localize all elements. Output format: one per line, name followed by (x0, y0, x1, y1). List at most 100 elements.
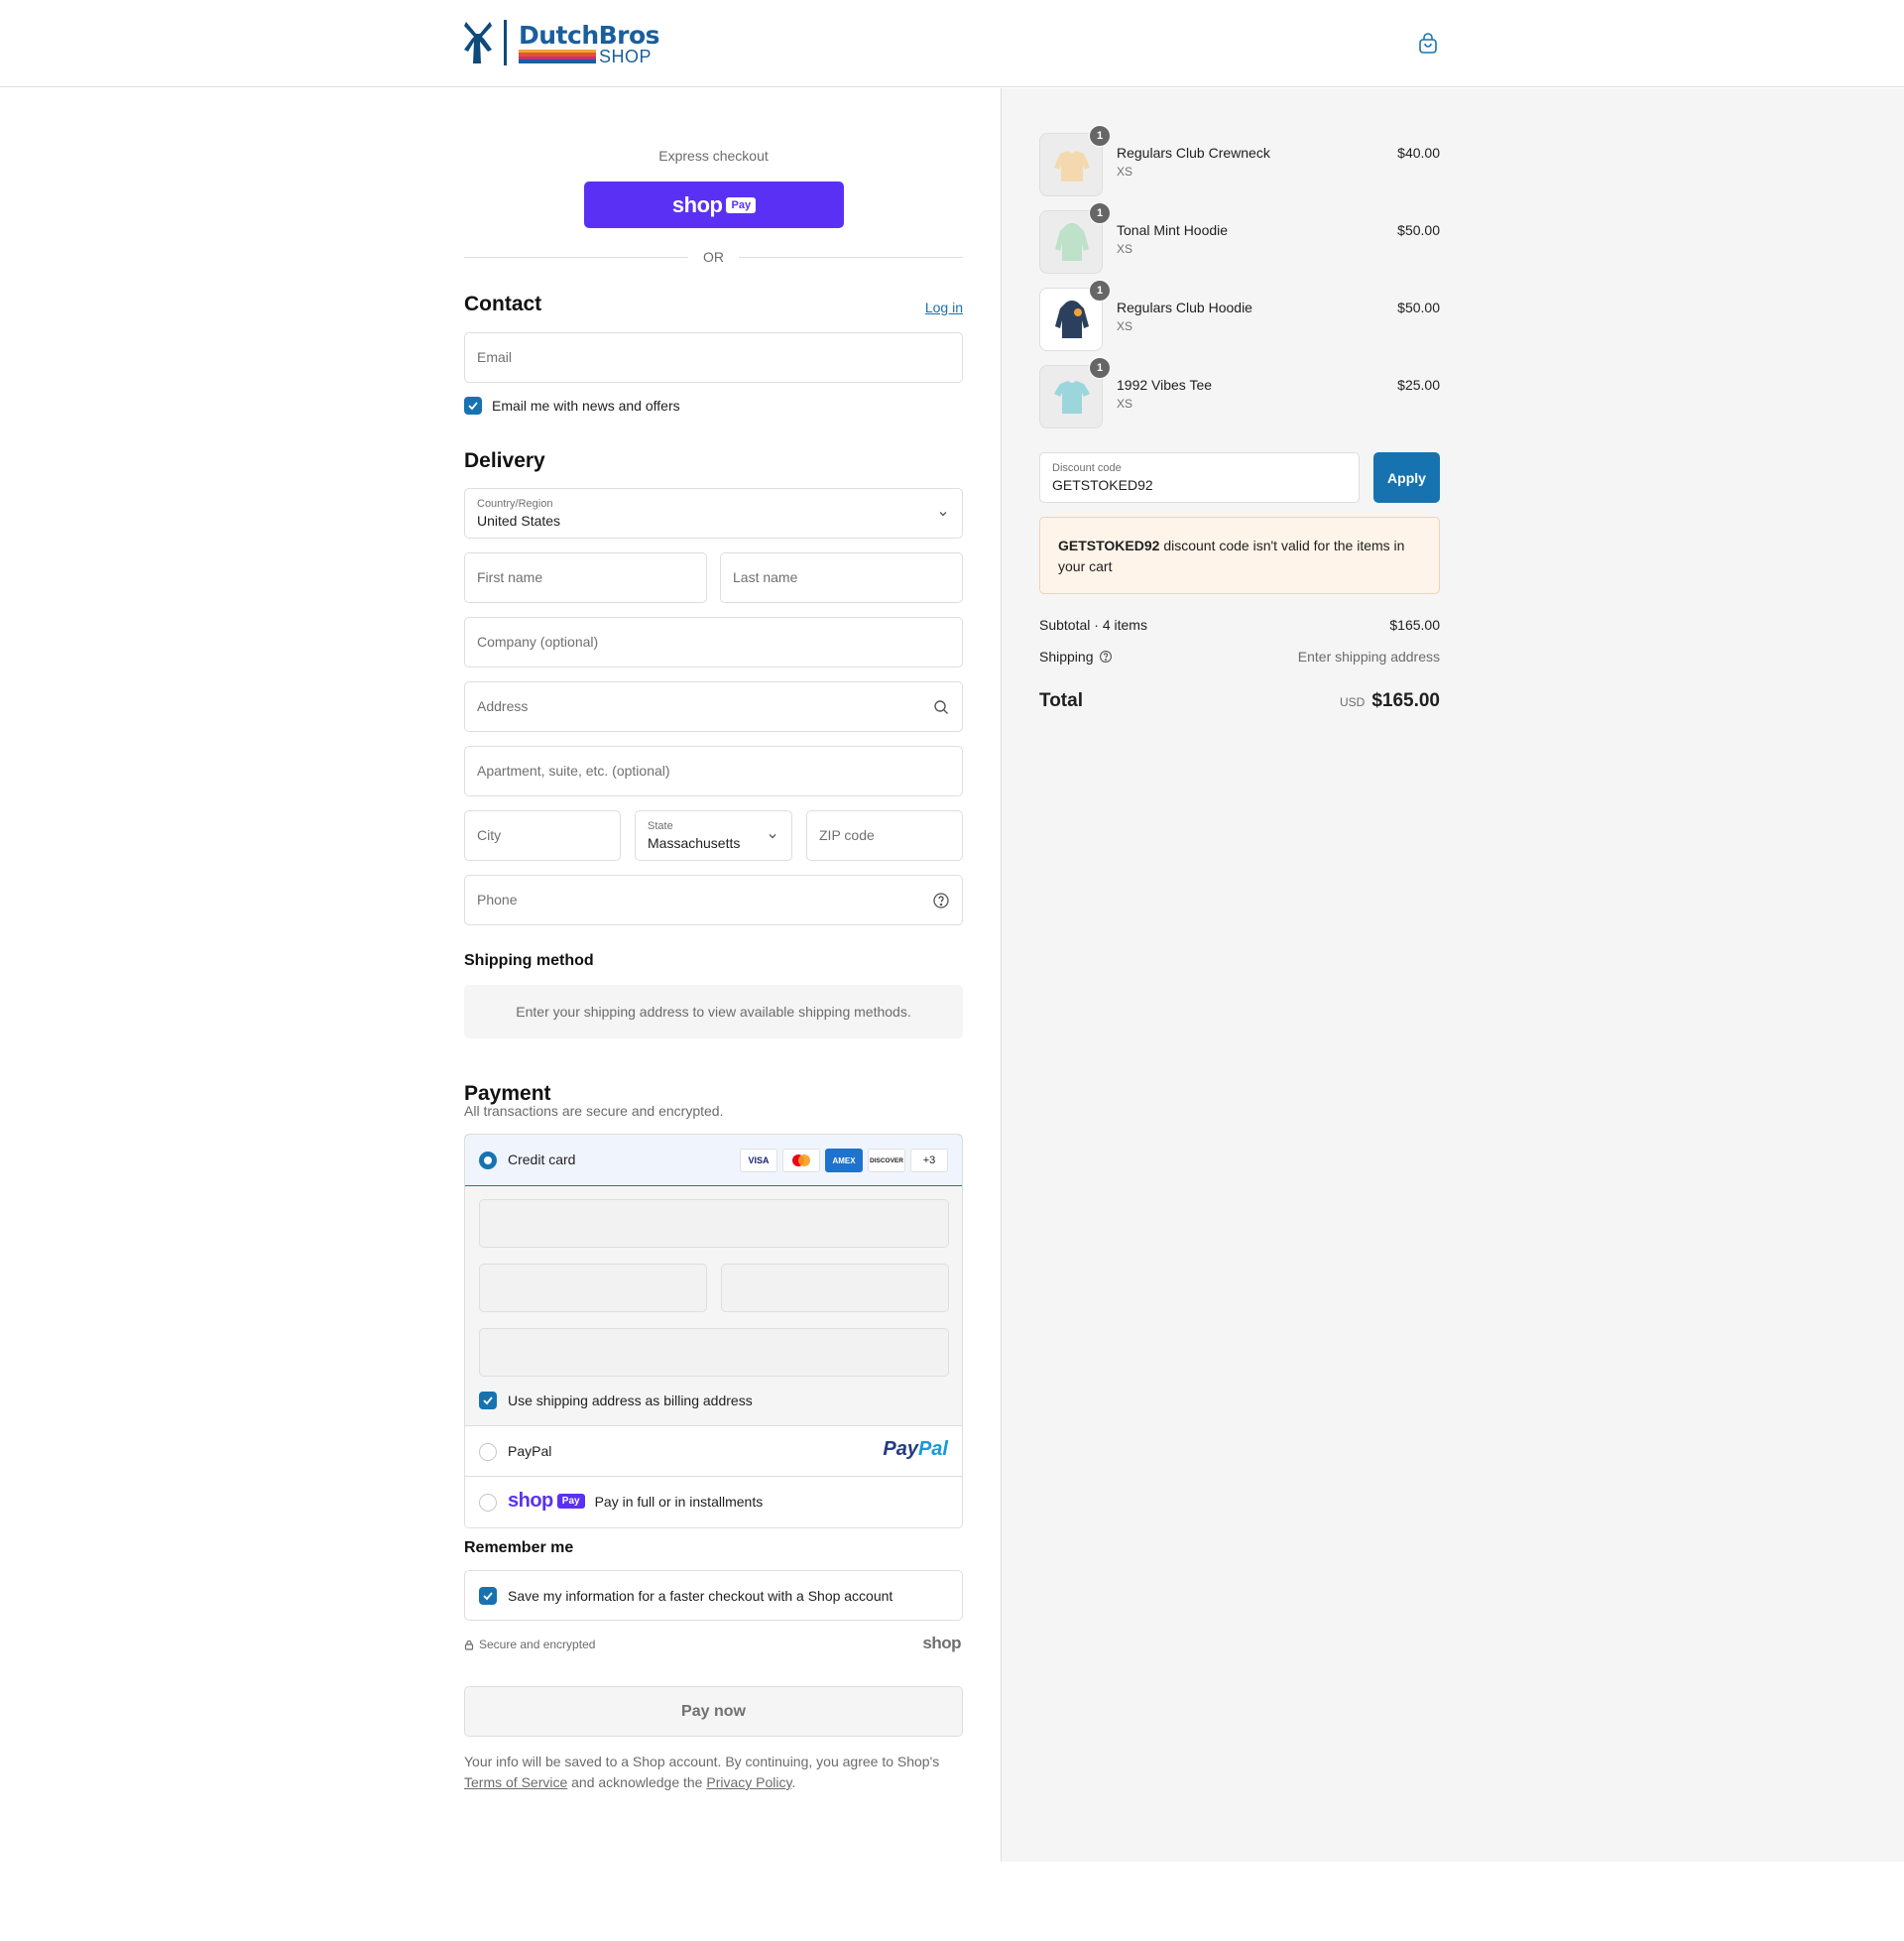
state-select[interactable]: State Massachusetts (635, 810, 792, 861)
brand-shop-word: SHOP (599, 46, 653, 66)
chevron-down-icon (939, 512, 947, 517)
visa-icon: VISA (740, 1149, 777, 1172)
privacy-link[interactable]: Privacy Policy (706, 1774, 791, 1790)
credit-card-option[interactable]: Credit card VISA AMEX DISCOVER +3 (465, 1135, 962, 1186)
legal-text-3: . (791, 1774, 796, 1790)
legal-text: Your info will be saved to a Shop accoun… (464, 1752, 963, 1793)
total-row: Total USD $165.00 (1039, 690, 1440, 716)
pay-now-button[interactable]: Pay now (464, 1686, 963, 1737)
contact-heading: Contact (464, 293, 542, 315)
item-variant: XS (1117, 397, 1133, 411)
apply-discount-button[interactable]: Apply (1373, 452, 1440, 503)
city-field[interactable]: City (464, 810, 621, 861)
remember-me-heading: Remember me (464, 1539, 574, 1556)
chevron-down-icon (769, 834, 776, 839)
item-name: Regulars Club Crewneck (1117, 145, 1270, 161)
cart-item: 1 Tonal Mint Hoodie XS $50.00 (1039, 202, 1440, 274)
email-field[interactable]: Email (464, 332, 963, 383)
billing-same-label: Use shipping address as billing address (508, 1393, 753, 1408)
shop-pay-badge: Pay (726, 196, 757, 213)
item-variant: XS (1117, 242, 1133, 256)
shop-pay-radio[interactable] (479, 1494, 497, 1512)
cart-item: 1 Regulars Club Crewneck XS $40.00 (1039, 125, 1440, 196)
card-name-field[interactable] (479, 1328, 949, 1377)
shipping-label: Shipping (1039, 649, 1094, 665)
item-variant: XS (1117, 165, 1133, 179)
legal-text-2: and acknowledge the (571, 1774, 703, 1790)
brand-name: DutchBros (519, 20, 660, 50)
shop-pay-badge: Pay (556, 1494, 585, 1509)
company-field[interactable]: Company (optional) (464, 617, 963, 667)
more-cards-badge: +3 (910, 1149, 948, 1172)
billing-same-checkbox[interactable] (479, 1392, 497, 1409)
country-label: Country/Region (477, 498, 553, 510)
item-price: $50.00 (1397, 300, 1440, 315)
shop-pay-word: shop (508, 1490, 553, 1512)
credit-card-radio[interactable] (479, 1152, 497, 1169)
shop-pay-option[interactable]: shop Pay Pay in full or in installments (465, 1477, 962, 1527)
check-icon (468, 402, 478, 411)
item-price: $50.00 (1397, 222, 1440, 238)
first-name-field[interactable]: First name (464, 552, 707, 603)
payment-methods: Credit card VISA AMEX DISCOVER +3 Use sh… (464, 1134, 963, 1528)
or-divider: OR (464, 247, 963, 267)
state-label: State (648, 820, 673, 832)
subtotal-label: Subtotal · 4 items (1039, 617, 1147, 633)
terms-link[interactable]: Terms of Service (464, 1774, 567, 1790)
brand-stripes (519, 49, 596, 63)
newsletter-checkbox[interactable] (464, 397, 482, 415)
legal-text-1: Your info will be saved to a Shop accoun… (464, 1754, 940, 1769)
check-icon (483, 1396, 493, 1405)
shop-mark: shop (922, 1634, 961, 1652)
quantity-badge: 1 (1089, 357, 1111, 379)
help-circle-icon[interactable] (932, 892, 950, 910)
shop-pay-button[interactable]: shop Pay (584, 182, 844, 228)
total-label: Total (1039, 690, 1083, 711)
paypal-option[interactable]: PayPal PayPal (465, 1426, 962, 1477)
cart-item: 1 1992 Vibes Tee XS $25.00 (1039, 357, 1440, 428)
city-placeholder: City (477, 827, 502, 843)
address-placeholder: Address (477, 698, 529, 714)
last-name-placeholder: Last name (733, 569, 798, 585)
discount-label: Discount code (1052, 462, 1122, 474)
save-info-checkbox[interactable] (479, 1587, 497, 1605)
apartment-field[interactable]: Apartment, suite, etc. (optional) (464, 746, 963, 796)
secure-text: Secure and encrypted (479, 1638, 596, 1651)
country-value: United States (477, 513, 561, 529)
shop-pay-text: Pay in full or in installments (594, 1493, 764, 1510)
email-placeholder: Email (477, 349, 513, 365)
discount-code-field[interactable]: Discount code GETSTOKED92 (1039, 452, 1360, 503)
shopping-bag-icon[interactable] (1416, 32, 1440, 56)
mastercard-icon (782, 1149, 820, 1172)
brand-logo[interactable]: DutchBros SHOP (462, 20, 660, 66)
newsletter-label: Email me with news and offers (492, 398, 680, 414)
login-link[interactable]: Log in (925, 300, 963, 315)
shipping-method-heading: Shipping method (464, 952, 594, 969)
zip-field[interactable]: ZIP code (806, 810, 963, 861)
item-name: 1992 Vibes Tee (1117, 377, 1213, 393)
credit-card-label: Credit card (508, 1152, 576, 1167)
quantity-badge: 1 (1089, 202, 1111, 224)
state-value: Massachusetts (648, 835, 741, 851)
address-field[interactable]: Address (464, 681, 963, 732)
discover-icon: DISCOVER (868, 1149, 905, 1172)
paypal-radio[interactable] (479, 1443, 497, 1461)
phone-field[interactable]: Phone (464, 875, 963, 925)
card-number-field[interactable] (479, 1199, 949, 1248)
help-circle-icon[interactable] (1099, 650, 1113, 664)
item-price: $40.00 (1397, 145, 1440, 161)
amex-icon: AMEX (825, 1149, 863, 1172)
credit-card-form: Use shipping address as billing address (465, 1186, 962, 1426)
lock-icon (464, 1639, 474, 1650)
card-cvv-field[interactable] (721, 1264, 949, 1312)
shop-pay-word: shop (671, 191, 723, 217)
total-value: $165.00 (1371, 690, 1440, 711)
card-expiry-field[interactable] (479, 1264, 707, 1312)
last-name-field[interactable]: Last name (720, 552, 963, 603)
country-select[interactable]: Country/Region United States (464, 488, 963, 539)
subtotal-value: $165.00 (1389, 617, 1440, 633)
express-checkout-label: Express checkout (658, 148, 769, 164)
product-image: 1 (1039, 202, 1111, 274)
payment-subtitle: All transactions are secure and encrypte… (464, 1103, 724, 1119)
discount-value: GETSTOKED92 (1052, 477, 1153, 493)
